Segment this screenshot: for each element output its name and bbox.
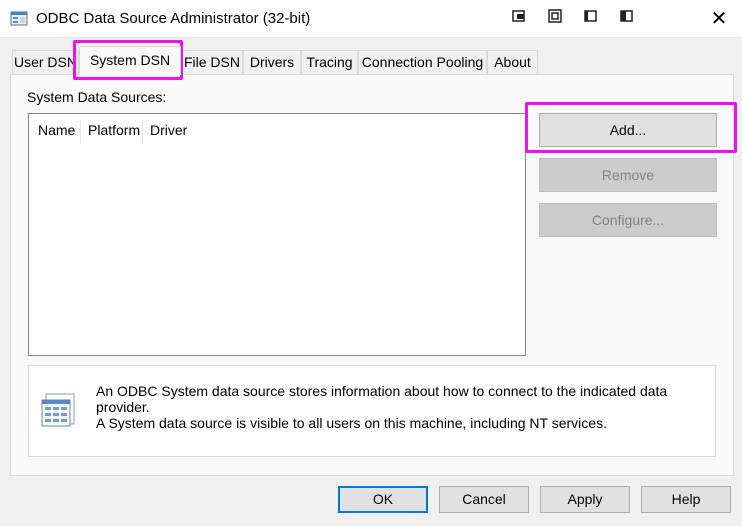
data-source-icon xyxy=(41,393,75,427)
system-data-sources-list[interactable]: Name Platform Driver xyxy=(28,113,526,356)
configure-button[interactable]: Configure... xyxy=(539,203,717,237)
tab-system-dsn[interactable]: System DSN xyxy=(79,46,181,75)
system-data-sources-label: System Data Sources: xyxy=(27,89,167,105)
info-line-1: An ODBC System data source stores inform… xyxy=(96,383,668,415)
column-divider[interactable] xyxy=(142,120,143,144)
close-button[interactable]: ✕ xyxy=(696,0,742,38)
toolbar-icon-1[interactable] xyxy=(511,8,527,24)
odbc-app-icon xyxy=(10,11,28,26)
info-box: An ODBC System data source stores inform… xyxy=(28,365,716,457)
info-text: An ODBC System data source stores inform… xyxy=(96,383,706,431)
toolbar-icon-3[interactable] xyxy=(583,8,599,24)
tab-user-dsn[interactable]: User DSN xyxy=(12,50,79,74)
column-header-name[interactable]: Name xyxy=(38,122,75,140)
tab-connection-pooling[interactable]: Connection Pooling xyxy=(358,50,487,74)
tab-tracing[interactable]: Tracing xyxy=(301,50,358,74)
ok-button[interactable]: OK xyxy=(338,486,428,513)
add-button[interactable]: Add... xyxy=(539,113,717,147)
dialog-body: User DSN System DSN File DSN Drivers Tra… xyxy=(0,38,742,526)
window-title: ODBC Data Source Administrator (32-bit) xyxy=(36,10,311,27)
remove-button[interactable]: Remove xyxy=(539,158,717,192)
toolbar-icon-2[interactable] xyxy=(547,8,563,24)
tab-file-dsn[interactable]: File DSN xyxy=(181,50,243,74)
apply-button[interactable]: Apply xyxy=(540,486,630,513)
system-dsn-panel: System Data Sources: Name Platform Drive… xyxy=(10,74,734,476)
column-divider[interactable] xyxy=(80,120,81,144)
column-header-driver[interactable]: Driver xyxy=(150,122,187,140)
help-button[interactable]: Help xyxy=(641,486,731,513)
info-line-2: A System data source is visible to all u… xyxy=(96,415,607,431)
toolbar-icon-4[interactable] xyxy=(619,8,635,24)
column-header-platform[interactable]: Platform xyxy=(88,122,140,140)
tab-about[interactable]: About xyxy=(487,50,538,74)
cancel-button[interactable]: Cancel xyxy=(439,486,529,513)
title-bar: ODBC Data Source Administrator (32-bit) … xyxy=(0,0,742,38)
tab-drivers[interactable]: Drivers xyxy=(243,50,301,74)
